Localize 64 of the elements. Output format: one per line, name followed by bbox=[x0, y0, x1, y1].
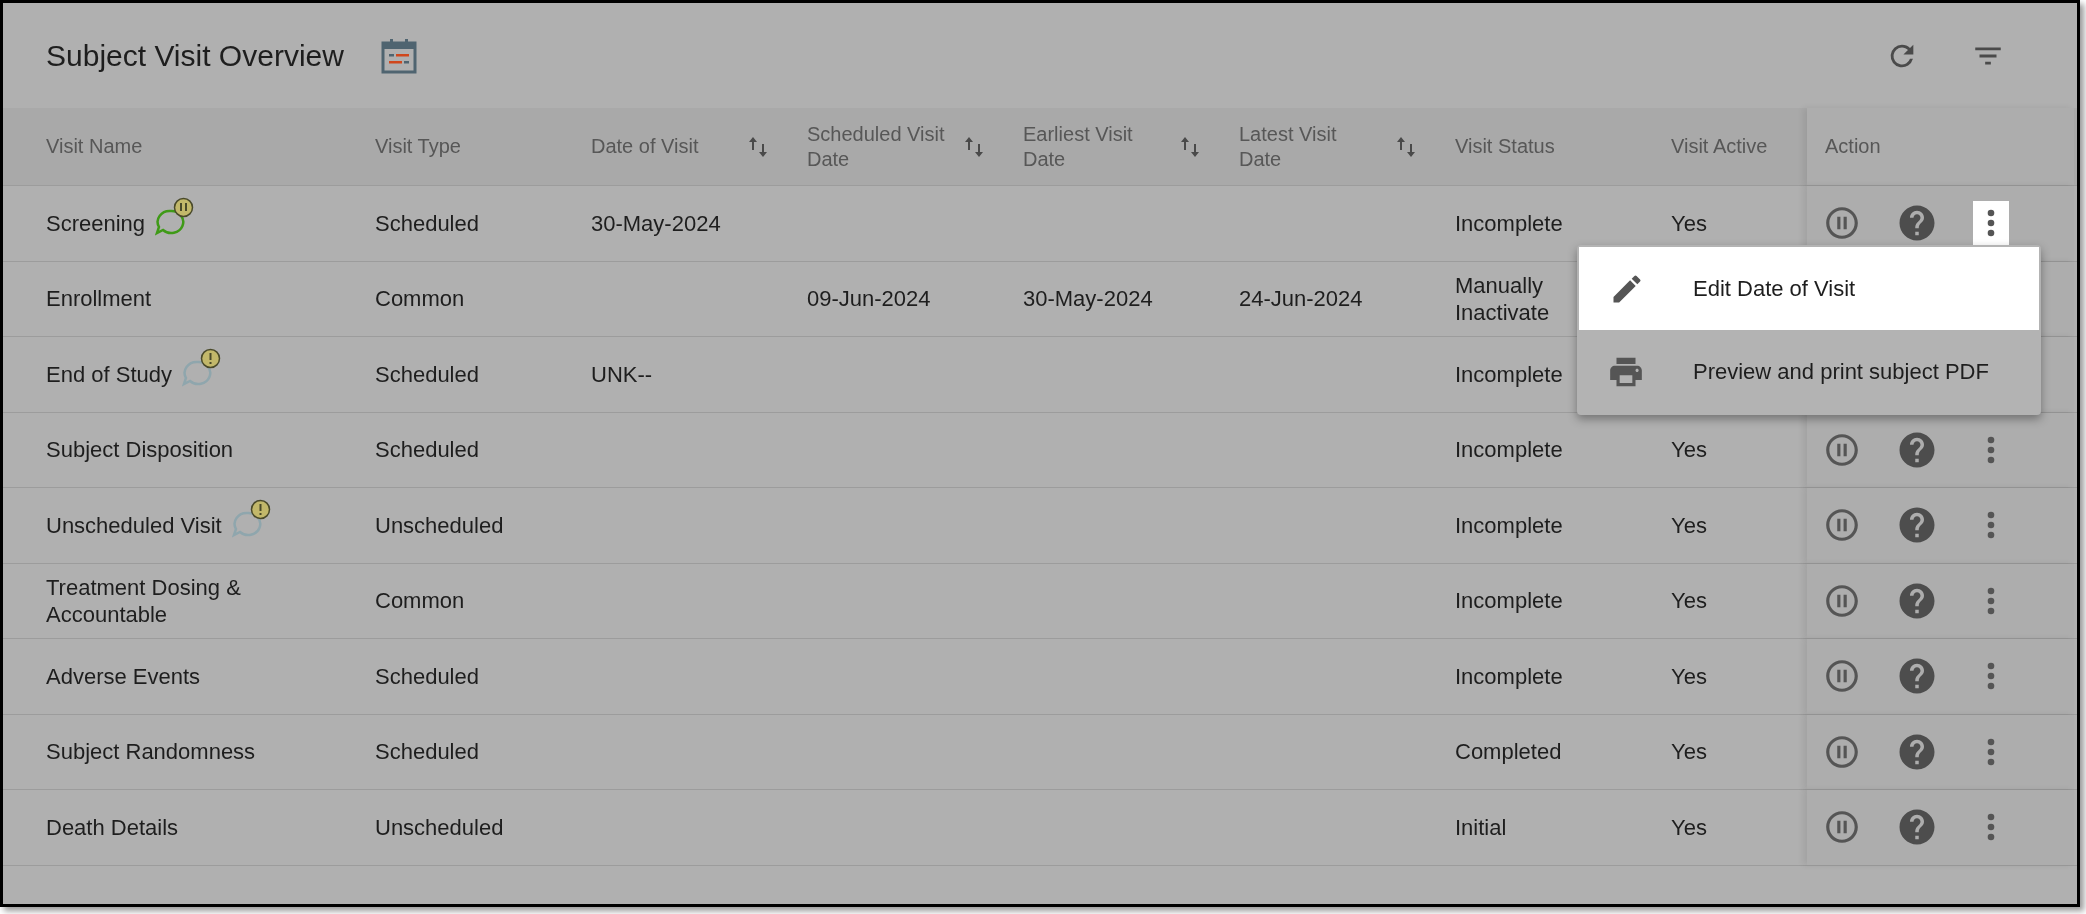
table-cell: Subject Disposition bbox=[46, 436, 234, 464]
table-cell: Yes bbox=[1671, 436, 1707, 464]
table-cell: 30-May-2024 bbox=[591, 209, 721, 237]
table-cell: UNK-- bbox=[591, 360, 653, 388]
table-cell: Incomplete bbox=[1455, 662, 1563, 690]
sort-icon[interactable] bbox=[749, 135, 767, 158]
table-cell: Yes bbox=[1671, 209, 1707, 237]
more-options-icon bbox=[1987, 511, 1995, 540]
table-cell: Scheduled bbox=[375, 436, 479, 464]
table-cell: 30-May-2024 bbox=[1023, 285, 1153, 313]
column-header[interactable]: Earliest Visit Date bbox=[1023, 121, 1163, 172]
table-cell: Unscheduled Visit bbox=[46, 511, 222, 539]
more-options-icon bbox=[1987, 209, 1995, 238]
column-header[interactable]: Latest Visit Date bbox=[1239, 121, 1379, 172]
table-cell: Incomplete bbox=[1455, 360, 1563, 388]
table-cell: Incomplete bbox=[1455, 511, 1563, 539]
table-cell-text: Manually Inactivate bbox=[1455, 271, 1551, 326]
table-cell-text: Treatment Dosing & Accountable bbox=[46, 573, 242, 628]
table-cell: Incomplete bbox=[1455, 209, 1563, 237]
column-header: Visit Status bbox=[1455, 134, 1556, 159]
more-options-icon bbox=[1987, 737, 1995, 766]
table-cell: Initial bbox=[1455, 813, 1507, 841]
table-cell: Enrollment bbox=[46, 285, 152, 313]
table-cell: Yes bbox=[1671, 813, 1707, 841]
table-cell: Yes bbox=[1671, 738, 1707, 766]
more-options-icon bbox=[1987, 813, 1995, 842]
column-header[interactable]: Date of Visit bbox=[591, 134, 731, 159]
table-cell: Common bbox=[375, 285, 465, 313]
table-cell: Unscheduled bbox=[375, 511, 504, 539]
page-title: Subject Visit Overview bbox=[46, 38, 344, 74]
table-cell: Scheduled bbox=[375, 662, 479, 690]
table-cell: Unscheduled bbox=[375, 813, 504, 841]
table-cell: Incomplete bbox=[1455, 436, 1563, 464]
table-cell: Common bbox=[375, 587, 465, 615]
table-cell: Scheduled bbox=[375, 738, 479, 766]
more-options-icon bbox=[1987, 435, 1995, 464]
more-options-icon bbox=[1987, 662, 1995, 691]
table-cell: Adverse Events bbox=[46, 662, 201, 690]
table-cell: Death Details bbox=[46, 813, 179, 841]
table-cell: Scheduled bbox=[375, 360, 479, 388]
table-cell: Subject Randomness bbox=[46, 738, 256, 766]
column-header: Visit Active bbox=[1671, 134, 1769, 159]
table-cell: Yes bbox=[1671, 662, 1707, 690]
more-options-icon bbox=[1987, 586, 1995, 615]
column-header: Visit Type bbox=[375, 134, 462, 159]
sort-icon[interactable] bbox=[1397, 135, 1415, 158]
table-cell: End of Study bbox=[46, 360, 172, 388]
sort-icon[interactable] bbox=[1181, 135, 1199, 158]
column-header: Visit Name bbox=[46, 134, 144, 159]
column-header: Action bbox=[1825, 134, 1882, 159]
calendar-icon[interactable] bbox=[380, 37, 417, 74]
table-cell: 24-Jun-2024 bbox=[1239, 285, 1363, 313]
menu-item[interactable]: Preview and print subject PDF bbox=[1577, 330, 2041, 413]
menu-item[interactable]: Edit Date of Visit bbox=[1579, 247, 2039, 330]
table-cell: Yes bbox=[1671, 587, 1707, 615]
sort-icon[interactable] bbox=[965, 135, 983, 158]
table-cell: Screening bbox=[46, 209, 146, 237]
table-cell: Incomplete bbox=[1455, 587, 1563, 615]
column-header[interactable]: Scheduled Visit Date bbox=[807, 121, 947, 172]
table-cell: 09-Jun-2024 bbox=[807, 285, 931, 313]
table-cell: Yes bbox=[1671, 511, 1707, 539]
table-cell: Completed bbox=[1455, 738, 1562, 766]
more-options-button[interactable] bbox=[1973, 201, 2009, 246]
table-cell: Scheduled bbox=[375, 209, 479, 237]
